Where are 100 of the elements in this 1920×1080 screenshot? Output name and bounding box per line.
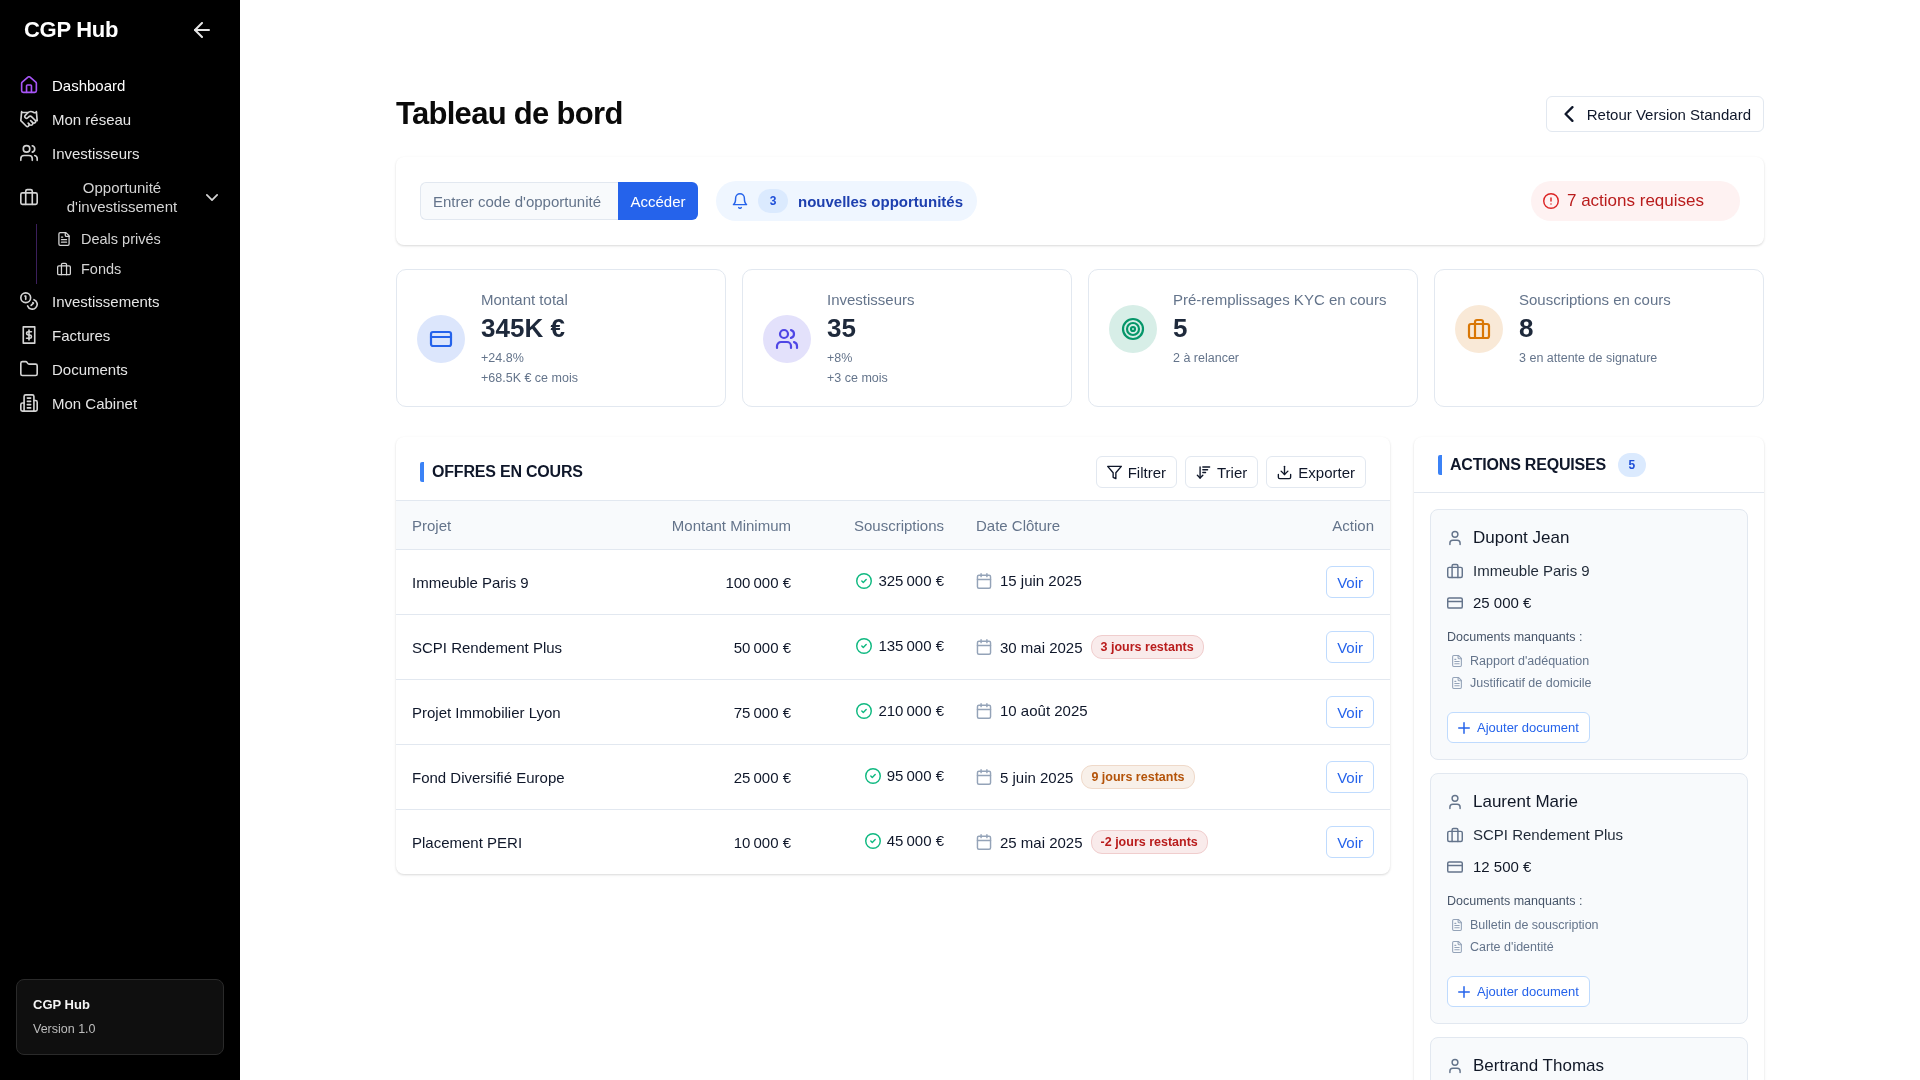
- closing-date: 25 mai 2025: [1000, 833, 1083, 851]
- table-cell: Fond Diversifié Europe: [396, 744, 616, 810]
- credit-card-icon: [1447, 595, 1463, 611]
- document-icon: [57, 232, 71, 246]
- check-circle-icon: [856, 572, 873, 589]
- sidebar-subitem[interactable]: Deals privés: [37, 224, 240, 254]
- table-cell: Immeuble Paris 9: [396, 549, 616, 615]
- closing-date: 5 juin 2025: [1000, 768, 1074, 786]
- sidebar-item[interactable]: Mon Cabinet: [0, 386, 240, 420]
- sort-icon: [1196, 464, 1211, 480]
- count-badge: 5: [1617, 452, 1646, 477]
- add-document-button[interactable]: Ajouter document: [1447, 712, 1590, 743]
- column-header: Date Clôture: [960, 500, 1290, 550]
- stat-detail: +68.5K € ce mois: [481, 370, 578, 387]
- document-name: Justificatif de domicile: [1470, 675, 1592, 692]
- briefcase-icon: [20, 188, 38, 206]
- document-icon: [1451, 941, 1463, 953]
- coins-icon: [20, 292, 38, 310]
- document-icon: [1451, 677, 1463, 689]
- investor-name: Laurent Marie: [1473, 791, 1578, 813]
- deadline-badge: 9 jours restants: [1081, 765, 1195, 789]
- view-button[interactable]: Voir: [1326, 566, 1374, 598]
- sidebar-item[interactable]: Dashboard: [0, 68, 240, 102]
- stat-detail: +3 ce mois: [827, 370, 889, 387]
- table-cell: Projet Immobilier Lyon: [396, 679, 616, 745]
- count-badge: 3: [758, 189, 788, 213]
- alert-icon: [1542, 193, 1559, 209]
- document-icon: [1451, 919, 1463, 931]
- filter-button[interactable]: Filtrer: [1095, 456, 1177, 488]
- subscription-amount: 135 000 €: [878, 637, 944, 655]
- column-header: Souscriptions: [807, 500, 960, 550]
- sidebar-item[interactable]: Investisseurs: [0, 136, 240, 170]
- sidebar-item[interactable]: Mon réseau: [0, 102, 240, 136]
- calendar-icon: [976, 834, 992, 850]
- alert-pill[interactable]: 7 actions requises: [1530, 181, 1740, 221]
- table-cell: 10 000 €: [616, 809, 807, 874]
- add-document-button[interactable]: Ajouter document: [1447, 976, 1590, 1007]
- notification-text: nouvelles opportunités: [798, 192, 963, 210]
- export-button[interactable]: Exporter: [1266, 456, 1366, 488]
- subscription-amount: 45 000 €: [886, 832, 944, 850]
- investor-name: Dupont Jean: [1473, 527, 1570, 549]
- briefcase-icon: [57, 262, 71, 276]
- dollar-document-icon: [20, 326, 38, 344]
- table-cell: SCPI Rendement Plus: [396, 614, 616, 680]
- page-title: Tableau de bord: [396, 96, 623, 132]
- briefcase-icon: [1447, 563, 1463, 579]
- view-button[interactable]: Voir: [1326, 696, 1374, 728]
- notification-pill[interactable]: 3 nouvelles opportunités: [716, 181, 977, 221]
- calendar-icon: [976, 702, 992, 719]
- column-header: Projet: [396, 500, 616, 550]
- table-cell: 100 000 €: [616, 549, 807, 615]
- stat-value: 35: [827, 312, 857, 344]
- plus-icon: [1458, 985, 1470, 998]
- column-header: Montant Minimum: [616, 500, 807, 550]
- access-button[interactable]: Accéder: [618, 182, 698, 220]
- view-button[interactable]: Voir: [1326, 826, 1374, 858]
- back-button[interactable]: Retour Version Standard: [1545, 96, 1764, 132]
- closing-date: 15 juin 2025: [1000, 572, 1082, 590]
- stat-label: Montant total: [481, 290, 569, 310]
- input-field[interactable]: Entrer code d'opportunité: [420, 182, 618, 220]
- deadline-badge: -2 jours restants: [1090, 830, 1208, 854]
- version-label: Version 1.0: [33, 1021, 97, 1037]
- section-title: OFFRES EN COURS: [420, 462, 583, 482]
- view-button[interactable]: Voir: [1326, 631, 1374, 663]
- closing-date: 30 mai 2025: [1000, 638, 1083, 656]
- calendar-icon: [976, 572, 992, 589]
- people-icon: [20, 144, 38, 162]
- app-logo: CGP Hub: [24, 17, 119, 43]
- app-name: CGP Hub: [33, 997, 91, 1013]
- sidebar-item[interactable]: Opportunité d'investissement: [0, 170, 240, 224]
- project-name: Immeuble Paris 9: [1473, 561, 1590, 581]
- folder-icon: [20, 360, 38, 378]
- calendar-icon: [976, 769, 992, 785]
- subscription-amount: 95 000 €: [886, 767, 944, 785]
- subscription-amount: 210 000 €: [878, 702, 944, 720]
- check-circle-icon: [864, 767, 881, 784]
- sidebar-item[interactable]: Factures: [0, 318, 240, 352]
- project-name: SCPI Rendement Plus: [1473, 825, 1624, 845]
- briefcase-icon: [1447, 827, 1463, 843]
- building-icon: [20, 394, 38, 412]
- view-button[interactable]: Voir: [1326, 761, 1374, 793]
- person-icon: [1447, 1058, 1463, 1074]
- sidebar-item[interactable]: Documents: [0, 352, 240, 386]
- stat-detail: 3 en attente de signature: [1519, 350, 1659, 367]
- handshake-icon: [20, 110, 38, 128]
- people-icon: [763, 315, 811, 363]
- amount: 25 000 €: [1473, 593, 1532, 613]
- sidebar-item[interactable]: Investissements: [0, 284, 240, 318]
- sort-button[interactable]: Trier: [1185, 456, 1259, 488]
- document-icon: [1451, 655, 1463, 667]
- download-icon: [1277, 464, 1293, 480]
- collapse-sidebar-button[interactable]: [194, 22, 210, 38]
- check-circle-icon: [856, 637, 873, 654]
- stat-label: Pré-remplissages KYC en cours: [1173, 290, 1387, 310]
- stat-value: 345K €: [481, 312, 566, 344]
- plus-icon: [1458, 721, 1470, 734]
- table-cell: Placement PERI: [396, 809, 616, 874]
- bell-icon: [732, 193, 748, 209]
- sidebar-subitem[interactable]: Fonds: [37, 254, 240, 284]
- stat-detail: +8%: [827, 350, 854, 367]
